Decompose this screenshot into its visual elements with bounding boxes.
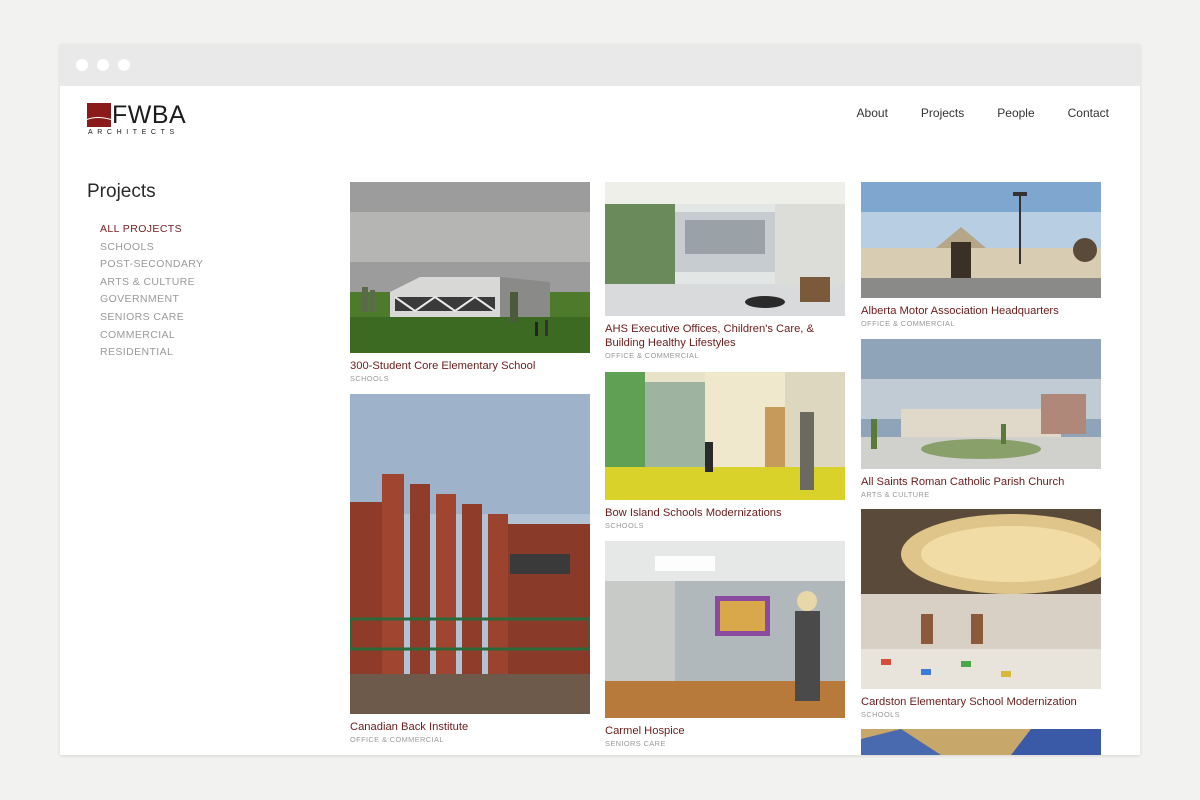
project-category: SCHOOLS bbox=[861, 710, 900, 719]
project-title[interactable]: Canadian Back Institute bbox=[350, 720, 590, 734]
project-image-brick-building[interactable] bbox=[350, 394, 590, 714]
project-category: SENIORS CARE bbox=[605, 739, 666, 748]
site-logo[interactable]: FWBA ARCHITECTS bbox=[87, 101, 187, 139]
project-category: SCHOOLS bbox=[350, 374, 389, 383]
project-card[interactable]: Carmel Hospice SENIORS CARE bbox=[605, 541, 845, 748]
project-category: ARTS & CULTURE bbox=[861, 490, 930, 499]
project-card[interactable]: All Saints Roman Catholic Parish Church … bbox=[861, 339, 1101, 499]
project-card[interactable]: Bow Island Schools Modernizations SCHOOL… bbox=[605, 372, 845, 530]
browser-window: FWBA ARCHITECTS About Projects People Co… bbox=[60, 44, 1140, 755]
project-image-school-hallway[interactable] bbox=[605, 372, 845, 500]
project-category: SCHOOLS bbox=[605, 521, 644, 530]
project-title[interactable]: Cardston Elementary School Modernization bbox=[861, 695, 1101, 709]
project-image-hospice-corridor[interactable] bbox=[605, 541, 845, 718]
nav-projects[interactable]: Projects bbox=[921, 106, 964, 120]
project-image-school-rendering[interactable] bbox=[350, 182, 590, 353]
project-category: OFFICE & COMMERCIAL bbox=[350, 735, 444, 744]
logo-mark-icon bbox=[87, 103, 111, 127]
filter-commercial[interactable]: COMMERCIAL bbox=[100, 327, 203, 345]
project-image-gym-ceiling[interactable] bbox=[861, 509, 1101, 689]
filter-arts-culture[interactable]: ARTS & CULTURE bbox=[100, 274, 203, 292]
project-image-office-interior[interactable] bbox=[605, 182, 845, 316]
project-title[interactable]: Carmel Hospice bbox=[605, 724, 845, 738]
sidebar-title: Projects bbox=[87, 181, 156, 202]
main-nav: About Projects People Contact bbox=[857, 106, 1109, 120]
nav-about[interactable]: About bbox=[857, 106, 888, 120]
project-title[interactable]: Bow Island Schools Modernizations bbox=[605, 506, 845, 520]
project-title[interactable]: All Saints Roman Catholic Parish Church bbox=[861, 475, 1101, 489]
window-dot-maximize[interactable] bbox=[118, 59, 130, 71]
window-dot-minimize[interactable] bbox=[97, 59, 109, 71]
filter-post-secondary[interactable]: POST-SECONDARY bbox=[100, 256, 203, 274]
nav-contact[interactable]: Contact bbox=[1068, 106, 1109, 120]
category-filter-list: ALL PROJECTS SCHOOLS POST-SECONDARY ARTS… bbox=[100, 221, 203, 362]
project-card[interactable]: AHS Executive Offices, Children's Care, … bbox=[605, 182, 845, 360]
project-title[interactable]: AHS Executive Offices, Children's Care, … bbox=[605, 322, 845, 350]
nav-people[interactable]: People bbox=[997, 106, 1034, 120]
project-title[interactable]: Alberta Motor Association Headquarters bbox=[861, 304, 1101, 318]
project-image-church-rendering[interactable] bbox=[861, 339, 1101, 469]
project-card[interactable]: 300-Student Core Elementary School SCHOO… bbox=[350, 182, 590, 383]
project-image-ama-building[interactable] bbox=[861, 182, 1101, 298]
filter-all-projects[interactable]: ALL PROJECTS bbox=[100, 221, 203, 239]
window-dot-close[interactable] bbox=[76, 59, 88, 71]
logo-subtitle: ARCHITECTS bbox=[88, 129, 179, 136]
logo-wordmark: FWBA bbox=[112, 101, 187, 129]
project-card-partial[interactable] bbox=[861, 729, 1101, 755]
project-card[interactable]: Alberta Motor Association Headquarters O… bbox=[861, 182, 1101, 328]
project-category: OFFICE & COMMERCIAL bbox=[861, 319, 955, 328]
filter-seniors-care[interactable]: SENIORS CARE bbox=[100, 309, 203, 327]
project-card[interactable]: Canadian Back Institute OFFICE & COMMERC… bbox=[350, 394, 590, 744]
project-image-partial[interactable] bbox=[861, 729, 1101, 755]
browser-chrome bbox=[60, 44, 1140, 86]
project-category: OFFICE & COMMERCIAL bbox=[605, 351, 699, 360]
project-card[interactable]: Cardston Elementary School Modernization… bbox=[861, 509, 1101, 719]
filter-government[interactable]: GOVERNMENT bbox=[100, 291, 203, 309]
filter-schools[interactable]: SCHOOLS bbox=[100, 239, 203, 257]
project-title[interactable]: 300-Student Core Elementary School bbox=[350, 359, 590, 373]
filter-residential[interactable]: RESIDENTIAL bbox=[100, 344, 203, 362]
